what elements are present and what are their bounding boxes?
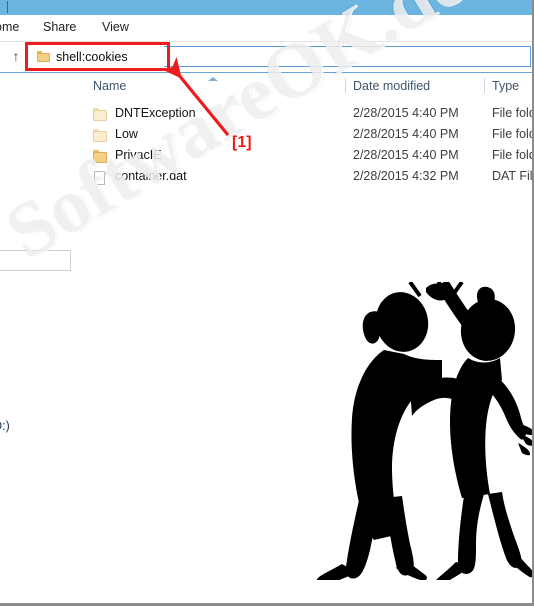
folder-icon <box>93 129 107 142</box>
file-name: PrivacIE <box>115 148 162 162</box>
address-bar-text: shell:cookies <box>56 49 128 64</box>
folder-icon <box>93 108 107 121</box>
file-explorer-window: Home Share View ↑ shell:cookies Name Dat… <box>0 0 534 606</box>
sidebar-item-this-pc[interactable] <box>0 250 71 271</box>
file-date-modified: 2/28/2015 4:32 PM <box>353 169 459 183</box>
address-bar-row: ↑ shell:cookies <box>0 42 532 72</box>
sort-ascending-icon <box>208 77 218 81</box>
file-name: DNTException <box>115 106 196 120</box>
up-level-icon[interactable]: ↑ <box>8 48 24 64</box>
file-type: File folder <box>492 127 532 141</box>
tab-view[interactable]: View <box>102 20 129 34</box>
navigation-pane: es ktop wnloads eos ve C ) (L:) :) (G:) … <box>0 98 88 580</box>
file-name: Low <box>115 127 138 141</box>
table-row[interactable]: container.dat 2/28/2015 4:32 PM DAT File <box>88 167 533 188</box>
file-type: DAT File <box>492 169 533 183</box>
sidebar-item-programme[interactable]: AMME (D:) <box>0 419 10 433</box>
table-row[interactable]: DNTException 2/28/2015 4:40 PM File fold… <box>88 104 532 125</box>
title-bar <box>0 0 532 15</box>
file-name: container.dat <box>115 169 187 183</box>
column-header-date-modified[interactable]: Date modified <box>353 79 430 93</box>
folder-icon <box>37 51 50 62</box>
ribbon-tab-bar: Home Share View <box>0 15 532 42</box>
tab-home[interactable]: Home <box>0 20 19 34</box>
annotation-label: [1] <box>232 134 252 151</box>
column-divider-date <box>345 78 346 93</box>
file-date-modified: 2/28/2015 4:40 PM <box>353 106 459 120</box>
column-header-type[interactable]: Type <box>492 79 519 93</box>
dancing-figures-illustration <box>316 282 532 580</box>
file-date-modified: 2/28/2015 4:40 PM <box>353 127 459 141</box>
file-date-modified: 2/28/2015 4:40 PM <box>353 148 459 162</box>
address-bar-content[interactable]: shell:cookies <box>29 46 164 67</box>
title-bar-marker <box>7 1 8 13</box>
file-type: File folder <box>492 106 532 120</box>
table-row[interactable]: Low 2/28/2015 4:40 PM File folder <box>88 125 532 146</box>
file-type: File folder <box>492 148 532 162</box>
document-icon <box>93 171 107 185</box>
column-divider-type <box>484 78 485 93</box>
tab-share[interactable]: Share <box>43 20 76 34</box>
table-row[interactable]: PrivacIE 2/28/2015 4:40 PM File folder <box>88 146 532 167</box>
column-header-name[interactable]: Name <box>93 79 126 93</box>
column-header-row: Name Date modified Type <box>0 72 532 99</box>
file-list: DNTException 2/28/2015 4:40 PM File fold… <box>88 104 533 188</box>
folder-icon <box>93 150 107 163</box>
